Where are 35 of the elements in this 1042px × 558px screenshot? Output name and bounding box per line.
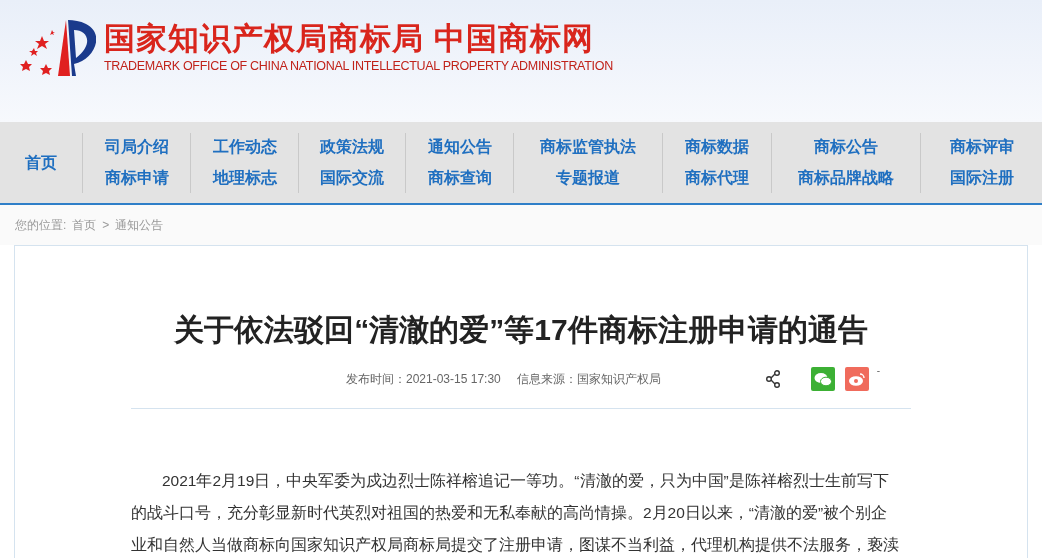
eye-icon bbox=[848, 372, 865, 386]
nav-link[interactable]: 司局介绍 bbox=[104, 136, 169, 158]
nav-link[interactable]: 商标监管执法 bbox=[540, 136, 636, 158]
nav-link[interactable]: 政策法规 bbox=[320, 136, 384, 158]
site-subtitle: TRADEMARK OFFICE OF CHINA NATIONAL INTELLECTUAL PROPERTY ADMINISTRATION bbox=[104, 58, 613, 74]
wechat-share-button[interactable] bbox=[810, 367, 835, 391]
nav-link[interactable]: 通知公告 bbox=[427, 136, 492, 158]
nav-link[interactable]: 商标评审 bbox=[949, 136, 1014, 158]
breadcrumb-separator: > bbox=[102, 217, 110, 234]
chat-bubbles-icon bbox=[813, 371, 832, 387]
nav-link[interactable]: 地理标志 bbox=[212, 167, 277, 189]
share-dash: - bbox=[876, 366, 881, 376]
site-title: 国家知识产权局商标局 中国商标网 bbox=[104, 20, 595, 58]
publish-time: 发布时间：2021-03-15 17:30 bbox=[346, 371, 501, 388]
nav-link[interactable]: 商标申请 bbox=[104, 167, 169, 189]
nav-link[interactable]: 首页 bbox=[25, 151, 57, 174]
breadcrumb-link[interactable]: 首页 bbox=[72, 216, 97, 234]
nav-link[interactable]: 商标公告 bbox=[814, 136, 878, 158]
breadcrumb-label: 您的位置: bbox=[15, 217, 67, 234]
nav-link[interactable]: 商标数据 bbox=[685, 136, 749, 158]
nav-link[interactable]: 商标查询 bbox=[427, 167, 492, 189]
info-source: 信息来源：国家知识产权局 bbox=[516, 371, 661, 388]
breadcrumb-link[interactable]: 通知公告 bbox=[115, 216, 164, 234]
nav-link[interactable]: 国际交流 bbox=[320, 167, 384, 189]
weibo-share-button[interactable] bbox=[844, 367, 869, 391]
share-icon[interactable] bbox=[764, 370, 781, 388]
paragraph-line: 的战斗口号，充分彰显新时代英烈对祖国的热爱和无私奉献的高尚情操。2月20日以来，“清澈的爱”被个别企 bbox=[131, 503, 889, 523]
nav-link[interactable]: 专题报道 bbox=[556, 167, 620, 189]
paragraph-line: 2021年2月19日，中央军委为戍边烈士陈祥榕追记一等功。“清澈的爱，只为中国”是陈祥榕烈士生前写下 bbox=[161, 471, 890, 491]
nav-link[interactable]: 工作动态 bbox=[212, 136, 277, 158]
paragraph-line: 业和自然人当做商标向国家知识产权局商标局提交了注册申请，图谋不当利益，代理机构提供不法服务，亵渎 bbox=[131, 535, 900, 555]
nav-link[interactable]: 国际注册 bbox=[949, 167, 1014, 189]
nav-link[interactable]: 商标代理 bbox=[685, 167, 749, 189]
nav-link[interactable]: 商标品牌战略 bbox=[798, 167, 894, 189]
article-title: 关于依法驳回“清澈的爱”等17件商标注册申请的通告 bbox=[174, 312, 868, 348]
